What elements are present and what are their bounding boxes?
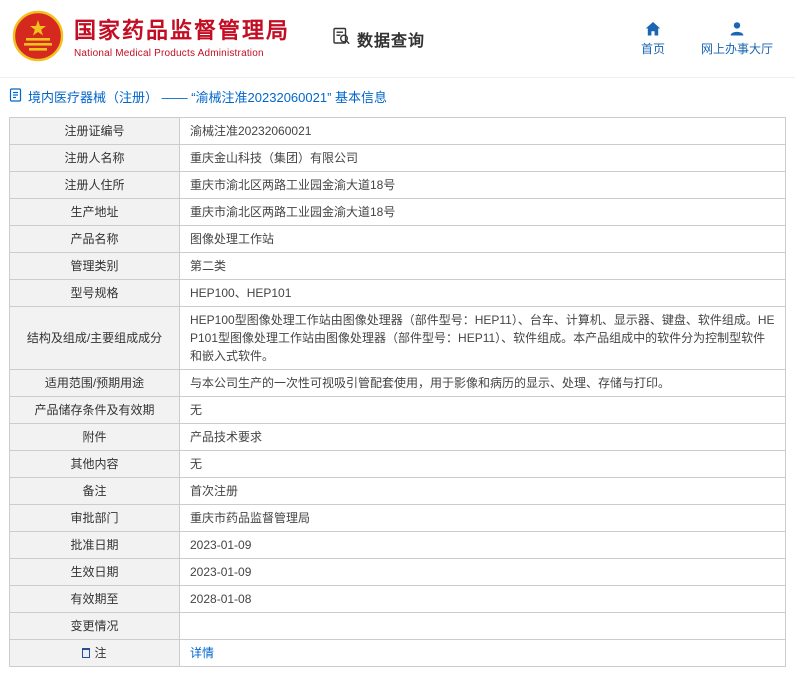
row-value: 第二类 [179,252,786,280]
table-row: 注册人住所 重庆市渝北区两路工业园金渝大道18号 [9,171,786,199]
table-row: 其他内容无 [9,450,786,478]
agency-name-cn: 国家药品监督管理局 [74,18,291,44]
info-table: 注册证编号 渝械注准20232060021 注册人名称 重庆金山科技（集团）有限公司注… [9,117,786,667]
nav-home[interactable]: 首页 [641,21,665,57]
nav-home-label: 首页 [640,41,665,56]
row-label: 其他内容 [9,450,180,478]
row-label: 附件 [9,423,180,451]
row-label: 批准日期 [9,531,180,559]
table-row: 生产地址 重庆市渝北区两路工业园金渝大道18号 [9,198,786,226]
row-value [179,612,786,640]
row-value: 无 [179,450,786,478]
row-label: 型号规格 [9,279,180,307]
document-icon [9,88,22,105]
table-row: 注详情 [9,639,786,667]
row-value: 2023-01-09 [179,531,786,559]
national-emblem-icon [12,10,64,67]
table-row: 产品储存条件及有效期无 [9,396,786,424]
nav-service-hall-label: 网上办事大厅 [700,41,773,56]
person-icon [729,21,745,37]
row-label: 生产地址 [9,198,180,226]
breadcrumb-text: 境内医疗器械（注册） —— “渝械注准20232060021” 基本信息 [28,90,388,105]
top-nav: 首页 网上办事大厅 [641,21,779,57]
table-row: 注册人名称 重庆金山科技（集团）有限公司 [9,144,786,172]
info-table-body: 注册证编号 渝械注准20232060021 注册人名称 重庆金山科技（集团）有限公司注… [9,117,786,667]
row-value: 2028-01-08 [179,585,786,613]
row-value: 重庆市药品监督管理局 [179,504,786,532]
site-header: 国家药品监督管理局 National Medical Products Admi… [0,0,795,78]
table-row: 结构及组成/主要组成成分 HEP100型图像处理工作站由图像处理器（部件型号：HE… [9,306,786,370]
data-query-icon [332,27,351,51]
row-value: HEP100、HEP101 [179,279,786,307]
table-row: 附件 产品技术要求 [9,423,786,451]
row-label: 生效日期 [9,558,180,586]
note-icon [82,648,91,658]
row-value: HEP100型图像处理工作站由图像处理器（部件型号：HEP11）、台车、计算机、… [179,306,786,370]
nav-service-hall[interactable]: 网上办事大厅 [701,21,773,57]
table-row: 适用范围/预期用途 与本公司生产的一次性可视吸引管配套使用，用于影像和病历的显示、… [9,369,786,397]
row-label: 注册证编号 [9,117,180,145]
table-row: 生效日期 2023-01-09 [9,558,786,586]
row-label: 管理类别 [9,252,180,280]
row-value: 无 [179,396,786,424]
table-row: 有效期至 2028-01-08 [9,585,786,613]
row-label: 变更情况 [9,612,180,640]
row-value: 产品技术要求 [179,423,786,451]
table-row: 审批部门 重庆市药品监督管理局 [9,504,786,532]
row-value: 2023-01-09 [179,558,786,586]
row-value: 首次注册 [179,477,786,505]
row-label: 结构及组成/主要组成成分 [9,306,180,370]
row-value: 重庆市渝北区两路工业园金渝大道18号 [179,171,786,199]
brand[interactable]: 国家药品监督管理局 National Medical Products Admi… [12,10,290,67]
section-title-group: 数据查询 [332,27,425,51]
row-value: 图像处理工作站 [179,225,786,253]
breadcrumb: 境内医疗器械（注册） —— “渝械注准20232060021” 基本信息 [0,78,795,117]
row-label: 备注 [9,477,180,505]
row-label: 审批部门 [9,504,180,532]
row-value: 渝械注准20232060021 [179,117,786,145]
table-row: 变更情况 [9,612,786,640]
row-label: 产品名称 [9,225,180,253]
brand-text: 国家药品监督管理局 National Medical Products Admi… [74,18,290,58]
table-row: 管理类别 第二类 [9,252,786,280]
table-row: 注册证编号 渝械注准20232060021 [9,117,786,145]
row-value: 重庆市渝北区两路工业园金渝大道18号 [179,198,786,226]
table-row: 批准日期 2023-01-09 [9,531,786,559]
agency-name-en: National Medical Products Administration [74,47,264,59]
table-row: 产品名称 图像处理工作站 [9,225,786,253]
row-value: 与本公司生产的一次性可视吸引管配套使用，用于影像和病历的显示、处理、存储与打印。 [179,369,786,397]
table-row: 型号规格 HEP100、HEP101 [9,279,786,307]
row-value: 详情 [179,639,786,667]
row-value: 重庆金山科技（集团）有限公司 [179,144,786,172]
section-title: 数据查询 [357,32,426,50]
table-row: 备注 首次注册 [9,477,786,505]
row-label: 产品储存条件及有效期 [9,396,180,424]
row-label: 有效期至 [9,585,180,613]
row-label: 注 [9,639,180,667]
row-label: 适用范围/预期用途 [9,369,180,397]
details-link[interactable]: 详情 [190,646,214,660]
home-icon [645,21,661,37]
row-label: 注册人名称 [9,144,180,172]
row-label: 注册人住所 [9,171,180,199]
